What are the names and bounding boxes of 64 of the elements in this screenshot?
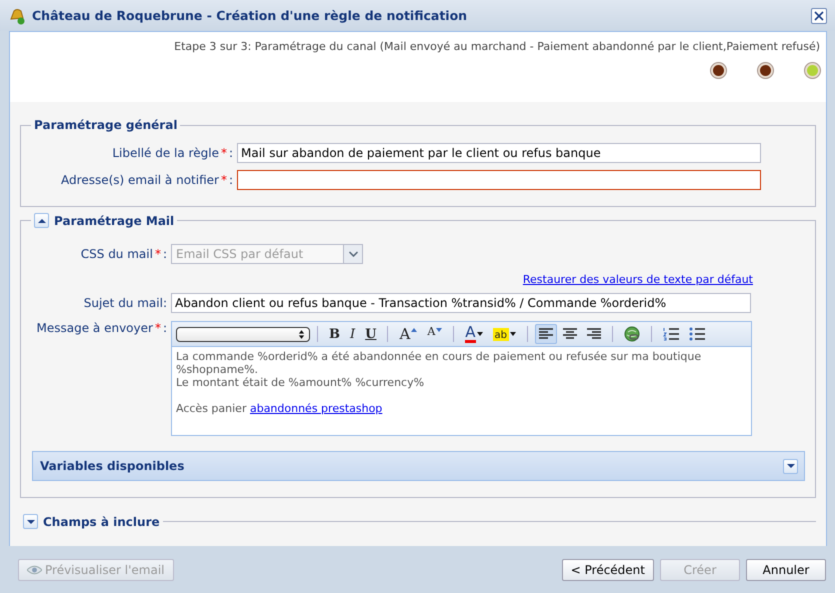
window-title: Château de Roquebrune - Création d'une règle de notification: [32, 8, 468, 23]
message-text: %shopname%.: [176, 363, 258, 376]
section-title: Paramétrage général: [33, 118, 178, 132]
caret-icon: [26, 518, 34, 524]
chevron-down-icon: [348, 251, 358, 257]
close-icon: [814, 10, 824, 20]
underline-button[interactable]: U: [361, 324, 380, 344]
globe-link-icon: [624, 326, 640, 342]
message-editor[interactable]: La commande %orderid% a été abandonnée en cours de paiement ou refusée sur ma boutique %shopname%. Le montant était de %amount% %currency% Accès panier abandonnés prestashop: [172, 347, 751, 435]
bold-button[interactable]: B: [325, 324, 344, 344]
font-grow-button[interactable]: A: [395, 324, 422, 344]
subject-field[interactable]: Abandon client ou refus banque - Transaction %transid% / Commande %orderid%: [171, 293, 751, 313]
footer-button[interactable]: < Précédent: [562, 558, 654, 580]
required-mark: *: [154, 321, 161, 335]
message-text: Le montant était de %amount% %currency%: [176, 376, 424, 389]
expand-button[interactable]: [783, 458, 798, 474]
field-label: Libellé de la règle: [112, 146, 219, 160]
step-text: Etape 3 sur 3: Paramétrage du canal (Mail envoyé au marchand - Paiement abandonné par le client,Paiement refusé): [174, 40, 820, 53]
caret-down-icon: [476, 332, 483, 336]
field-label: Sujet du mail: [84, 296, 163, 310]
highlight-color-button[interactable]: ab: [488, 324, 520, 344]
eye-icon: [27, 564, 42, 574]
bell-icon: [8, 6, 26, 24]
align-lines-icon: [587, 328, 602, 340]
align-lines-icon: [539, 328, 554, 340]
text-color-button[interactable]: A: [461, 324, 487, 344]
label-colon: :: [162, 296, 167, 310]
close-button[interactable]: [811, 8, 827, 24]
label-colon: :: [228, 146, 233, 160]
caret-down-icon: [436, 328, 442, 332]
align-left-button[interactable]: [535, 324, 558, 344]
field-label: Message à envoyer: [36, 321, 153, 335]
expand-button[interactable]: [23, 514, 38, 529]
label-colon: :: [162, 247, 167, 261]
font-select[interactable]: [176, 326, 310, 342]
section-title: Champs à inclure: [43, 514, 160, 528]
collapse-button[interactable]: [34, 213, 49, 228]
up-down-arrows-icon: [298, 328, 305, 340]
caret-down-icon: [510, 332, 516, 336]
caret-icon: [786, 463, 794, 469]
bullet-list-icon: [689, 327, 706, 341]
numbered-list-icon: [663, 327, 680, 341]
section-title: Paramétrage Mail: [54, 214, 174, 228]
required-mark: *: [220, 173, 227, 187]
panel-title: Variables disponibles: [40, 459, 184, 473]
field-label: CSS du mail: [80, 247, 153, 261]
variables-panel[interactable]: Variables disponibles: [32, 451, 805, 481]
caret-icon: [38, 218, 46, 224]
required-mark: *: [154, 247, 161, 261]
caret-up-icon: [411, 328, 418, 332]
message-link[interactable]: abandonnés prestashop: [250, 402, 382, 415]
align-lines-icon: [563, 328, 578, 340]
text-field[interactable]: Mail sur abandon de paiement par le client ou refus banque: [237, 143, 761, 163]
field-label: Adresse(s) email à notifier: [61, 173, 219, 187]
message-text: Accès panier: [176, 402, 248, 415]
text-field[interactable]: [237, 170, 761, 190]
message-text: La commande %orderid% a été abandonnée en cours de paiement ou refusée sur ma boutique: [176, 350, 702, 363]
label-colon: :: [162, 321, 167, 335]
footer-button[interactable]: Annuler: [746, 558, 826, 580]
label-colon: :: [228, 173, 233, 187]
required-mark: *: [220, 146, 227, 160]
font-shrink-button[interactable]: A: [423, 324, 446, 344]
restore-link[interactable]: Restaurer des valeurs de texte par défaut: [522, 273, 753, 286]
italic-button[interactable]: I: [346, 324, 360, 344]
